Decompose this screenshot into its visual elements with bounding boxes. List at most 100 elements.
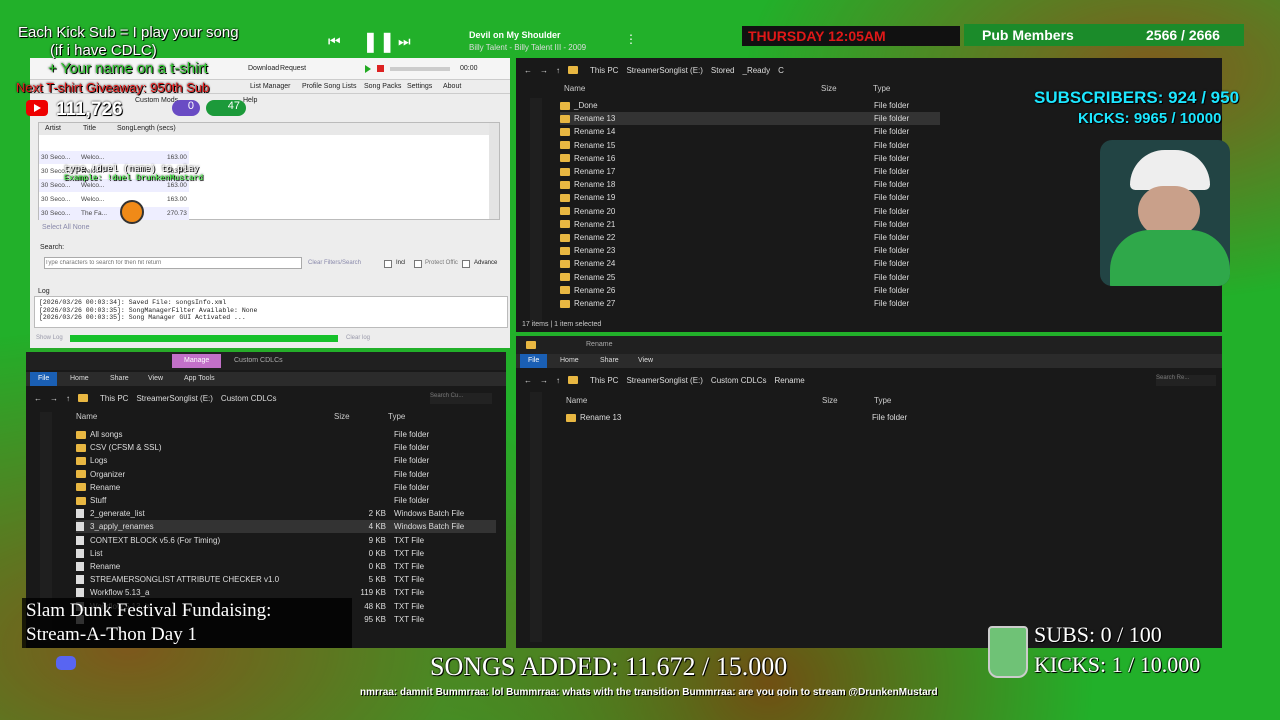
list-item[interactable]: CSV (CFSM & SSL) File folder xyxy=(76,441,496,454)
stop-icon[interactable] xyxy=(377,65,384,72)
subtab-custom-mods[interactable]: Custom Mods xyxy=(135,97,178,104)
crumb[interactable]: C xyxy=(778,66,784,75)
pause-icon[interactable]: ❚❚ xyxy=(362,29,396,54)
list-item[interactable]: CONTEXT BLOCK v5.6 (For Timing) 9 KB TXT F… xyxy=(76,534,496,547)
list-item[interactable]: 3_apply_renames 4 KB Windows Batch File xyxy=(76,520,496,534)
forward-icon[interactable]: → xyxy=(50,394,58,403)
list-item[interactable]: 2_generate_list 2 KB Windows Batch File xyxy=(76,507,496,520)
menu-list-manager[interactable]: List Manager xyxy=(250,83,290,90)
crumb[interactable]: StreamerSonglist (E:) xyxy=(626,376,702,385)
col-type[interactable]: Type xyxy=(874,396,891,405)
list-item[interactable]: Rename 19 File folder xyxy=(560,191,940,204)
crumb[interactable]: Rename xyxy=(775,376,805,385)
list-item[interactable]: STREAMERSONGLIST ATTRIBUTE CHECKER v1.0 5… xyxy=(76,573,496,586)
crumb[interactable]: Custom CDLCs xyxy=(221,394,277,403)
col-name[interactable]: Name xyxy=(76,412,97,421)
list-item[interactable]: Rename 24 File folder xyxy=(560,257,940,270)
ribbon-view[interactable]: View xyxy=(148,375,163,382)
list-item[interactable]: Stuff File folder xyxy=(76,494,496,507)
select-all-link[interactable]: Select All None xyxy=(42,224,89,231)
list-item[interactable]: Rename 21 File folder xyxy=(560,218,940,231)
ribbon-app-tools[interactable]: App Tools xyxy=(184,375,215,382)
ribbon-home[interactable]: Home xyxy=(560,357,579,364)
col-size[interactable]: Size xyxy=(822,396,838,405)
crumb[interactable]: This PC xyxy=(590,66,618,75)
menu-profile-song-lists[interactable]: Profile Song Lists xyxy=(302,83,356,90)
col-size[interactable]: Size xyxy=(334,412,350,421)
up-icon[interactable]: ↑ xyxy=(66,394,70,403)
clear-log-link[interactable]: Clear log xyxy=(346,335,370,341)
nav-pane[interactable] xyxy=(530,392,542,642)
list-item[interactable]: Rename 14 File folder xyxy=(560,125,940,138)
col-title[interactable]: Title xyxy=(83,125,96,132)
col-artist[interactable]: Artist xyxy=(45,125,61,132)
menu-song-packs[interactable]: Song Packs xyxy=(364,83,401,90)
show-log-link[interactable]: Show Log xyxy=(36,335,63,341)
col-type[interactable]: Type xyxy=(388,412,405,421)
list-item[interactable]: Rename File folder xyxy=(76,481,496,494)
crumb[interactable]: StreamerSonglist (E:) xyxy=(626,66,702,75)
discord-icon[interactable] xyxy=(56,656,76,670)
list-item[interactable]: Rename 25 File folder xyxy=(560,271,940,284)
crumb[interactable]: Stored xyxy=(711,66,735,75)
forward-icon[interactable]: → xyxy=(540,66,548,75)
tab-download[interactable]: Download xyxy=(248,65,279,72)
search-input[interactable] xyxy=(44,257,302,269)
list-item[interactable]: Logs File folder xyxy=(76,454,496,467)
col-name[interactable]: Name xyxy=(566,396,587,405)
crumb[interactable]: Custom CDLCs xyxy=(711,376,767,385)
grid-scrollbar[interactable] xyxy=(489,123,499,219)
protect-checkbox[interactable] xyxy=(414,260,422,268)
crumb[interactable]: StreamerSonglist (E:) xyxy=(136,394,212,403)
col-type[interactable]: Type xyxy=(873,84,890,93)
ribbon-share[interactable]: Share xyxy=(600,357,619,364)
col-size[interactable]: Size xyxy=(821,84,837,93)
clear-filters-link[interactable]: Clear Filters/Search xyxy=(308,260,361,266)
prev-icon[interactable]: ⏮ xyxy=(328,33,341,50)
ribbon-file[interactable]: File xyxy=(520,354,548,368)
list-item[interactable]: Rename 18 File folder xyxy=(560,178,940,191)
list-item[interactable]: Rename 27 File folder xyxy=(560,297,940,310)
menu-about[interactable]: About xyxy=(443,83,461,90)
up-icon[interactable]: ↑ xyxy=(556,376,560,385)
seek-bar[interactable] xyxy=(390,67,450,71)
search-input[interactable]: Search Re... xyxy=(1156,375,1216,386)
nav-pane[interactable] xyxy=(530,98,542,322)
list-item[interactable]: List 0 KB TXT File xyxy=(76,547,496,560)
list-item[interactable]: Rename 23 File folder xyxy=(560,244,940,257)
list-item[interactable]: Rename 17 File folder xyxy=(560,165,940,178)
crumb[interactable]: _Ready xyxy=(743,66,771,75)
tab-request[interactable]: Request xyxy=(280,65,306,72)
advance-checkbox[interactable] xyxy=(462,260,470,268)
list-item[interactable]: Rename 26 File folder xyxy=(560,284,940,297)
crumb[interactable]: This PC xyxy=(590,376,618,385)
menu-settings[interactable]: Settings xyxy=(407,83,432,90)
list-item[interactable]: Rename 15 File folder xyxy=(560,139,940,152)
list-item[interactable]: All songs File folder xyxy=(76,428,496,441)
subtab-help[interactable]: Help xyxy=(243,97,257,104)
next-icon[interactable]: ⏭ xyxy=(398,33,411,50)
list-item[interactable]: Rename 22 File folder xyxy=(560,231,940,244)
list-item[interactable]: Organizer File folder xyxy=(76,468,496,481)
incl-checkbox[interactable] xyxy=(384,260,392,268)
list-item[interactable]: Rename 16 File folder xyxy=(560,152,940,165)
up-icon[interactable]: ↑ xyxy=(556,66,560,75)
forward-icon[interactable]: → xyxy=(540,376,548,385)
back-icon[interactable]: ← xyxy=(524,376,532,385)
search-input[interactable]: Search Cu... xyxy=(430,393,492,404)
back-icon[interactable]: ← xyxy=(524,66,532,75)
list-item[interactable]: Rename 13 File folder xyxy=(566,411,966,424)
address-bar[interactable]: ← → ↑ This PC StreamerSonglist (E:) Cust… xyxy=(516,374,1222,386)
ribbon-file[interactable]: File xyxy=(30,372,58,386)
more-icon[interactable]: ⋮ xyxy=(625,32,637,46)
back-icon[interactable]: ← xyxy=(34,394,42,403)
ribbon-view[interactable]: View xyxy=(638,357,653,364)
play-icon[interactable] xyxy=(365,65,371,73)
ribbon-home[interactable]: Home xyxy=(70,375,89,382)
list-item[interactable]: _Done File folder xyxy=(560,99,940,112)
table-row[interactable]: 30 Seco... Welco... 163.00 xyxy=(39,151,189,164)
crumb[interactable]: This PC xyxy=(100,394,128,403)
table-row[interactable]: 30 Seco... The Fa... 270.73 xyxy=(39,207,189,220)
col-songlength[interactable]: SongLength (secs) xyxy=(117,125,176,132)
table-row[interactable]: 30 Seco... Welco... 163.00 xyxy=(39,193,189,206)
